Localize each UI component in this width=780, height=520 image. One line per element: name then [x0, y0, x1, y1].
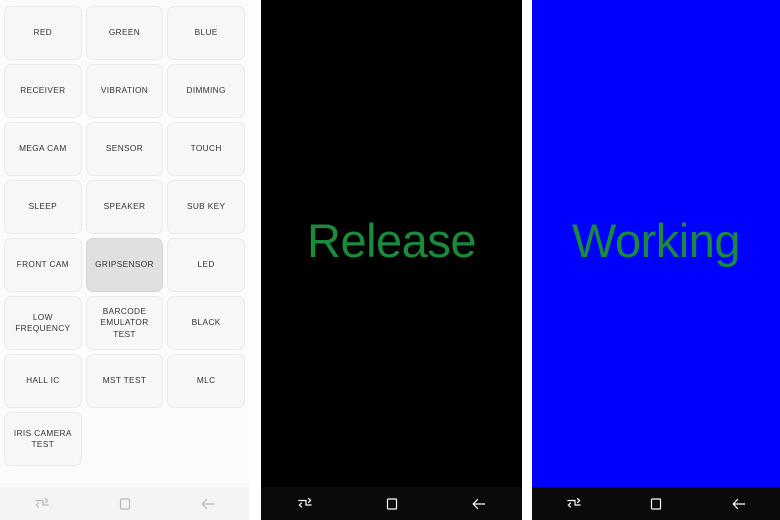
test-menu-item[interactable]: SUB KEY	[167, 180, 245, 234]
recents-button[interactable]	[19, 489, 65, 519]
home-button[interactable]	[633, 489, 679, 519]
back-icon	[471, 497, 487, 511]
home-button[interactable]	[369, 489, 415, 519]
navigation-bar-middle	[261, 487, 522, 520]
recents-icon	[297, 496, 312, 511]
test-menu-grid: RED GREEN BLUE RECEIVER VIBRATION DIMMING MEGA…	[4, 6, 245, 466]
phone-screenshot-working: Working	[532, 0, 780, 520]
navigation-bar-right	[532, 487, 780, 520]
recents-button[interactable]	[282, 489, 328, 519]
phone-screenshot-test-menu: RED GREEN BLUE RECEIVER VIBRATION DIMMING MEGA…	[0, 0, 249, 520]
test-menu-item[interactable]: RECEIVER	[4, 64, 82, 118]
gripsensor-status-text: Release	[307, 214, 476, 267]
test-menu-item[interactable]: VIBRATION	[85, 64, 164, 118]
test-menu-item[interactable]: BARCODE EMULATOR TEST	[85, 296, 164, 350]
recents-button[interactable]	[550, 489, 596, 519]
back-button[interactable]	[716, 489, 762, 519]
test-menu-item[interactable]: SPEAKER	[85, 180, 164, 234]
home-button[interactable]	[102, 489, 148, 519]
test-menu-item[interactable]: GRIPSENSOR	[85, 238, 164, 292]
back-button[interactable]	[185, 489, 231, 519]
gripsensor-screen-blue[interactable]: Working	[532, 0, 780, 487]
back-icon	[200, 497, 216, 511]
test-menu-item[interactable]: SENSOR	[85, 122, 164, 176]
test-menu-item[interactable]: LOW FREQUENCY	[4, 296, 82, 350]
test-menu-item[interactable]: SLEEP	[4, 180, 82, 234]
recents-icon	[566, 496, 581, 511]
test-menu-item[interactable]: MEGA CAM	[4, 122, 82, 176]
phone-screenshot-release: Release	[261, 0, 522, 520]
recents-icon	[34, 496, 49, 511]
test-menu-item[interactable]: TOUCH	[167, 122, 245, 176]
home-icon	[649, 497, 663, 511]
test-menu-item[interactable]: BLACK	[167, 296, 245, 350]
test-menu-item[interactable]: HALL IC	[4, 354, 82, 408]
test-menu-item[interactable]: GREEN	[85, 6, 164, 60]
gripsensor-screen-black[interactable]: Release	[261, 0, 522, 487]
test-menu-item[interactable]: LED	[167, 238, 245, 292]
test-menu-item[interactable]: BLUE	[167, 6, 245, 60]
navigation-bar-left	[0, 487, 249, 520]
test-menu-item[interactable]: IRIS CAMERA TEST	[4, 412, 82, 466]
back-icon	[731, 497, 747, 511]
test-menu-item[interactable]: RED	[4, 6, 82, 60]
test-menu-item[interactable]: MLC	[167, 354, 245, 408]
home-icon	[118, 497, 132, 511]
test-menu-item[interactable]: FRONT CAM	[4, 238, 82, 292]
home-icon	[385, 497, 399, 511]
test-menu-item[interactable]: DIMMING	[167, 64, 245, 118]
gripsensor-status-text: Working	[571, 214, 741, 267]
screenshot-stage: RED GREEN BLUE RECEIVER VIBRATION DIMMING MEGA…	[0, 0, 780, 520]
test-menu-item[interactable]: MST TEST	[85, 354, 164, 408]
test-menu-scroll-area[interactable]: RED GREEN BLUE RECEIVER VIBRATION DIMMING MEGA…	[0, 0, 249, 487]
back-button[interactable]	[456, 489, 502, 519]
